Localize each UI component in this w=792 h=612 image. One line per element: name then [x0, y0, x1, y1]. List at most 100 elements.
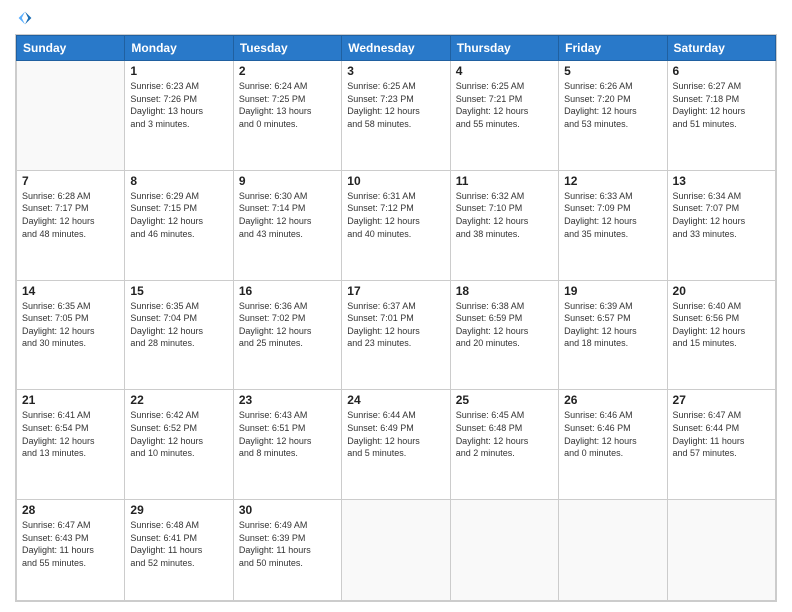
header — [15, 10, 777, 26]
cell-info: Sunrise: 6:32 AMSunset: 7:10 PMDaylight:… — [456, 190, 553, 240]
cell-day-number: 29 — [130, 503, 227, 517]
cell-info: Sunrise: 6:46 AMSunset: 6:46 PMDaylight:… — [564, 409, 661, 459]
cell-info: Sunrise: 6:38 AMSunset: 6:59 PMDaylight:… — [456, 300, 553, 350]
calendar-cell: 9 Sunrise: 6:30 AMSunset: 7:14 PMDaylight… — [233, 170, 341, 280]
cell-info: Sunrise: 6:33 AMSunset: 7:09 PMDaylight:… — [564, 190, 661, 240]
calendar-cell — [667, 500, 775, 601]
cell-day-number: 19 — [564, 284, 661, 298]
calendar-cell: 27 Sunrise: 6:47 AMSunset: 6:44 PMDayligh… — [667, 390, 775, 500]
calendar-cell: 20 Sunrise: 6:40 AMSunset: 6:56 PMDayligh… — [667, 280, 775, 390]
cell-day-number: 26 — [564, 393, 661, 407]
calendar-cell: 10 Sunrise: 6:31 AMSunset: 7:12 PMDayligh… — [342, 170, 450, 280]
cell-info: Sunrise: 6:39 AMSunset: 6:57 PMDaylight:… — [564, 300, 661, 350]
day-header-saturday: Saturday — [667, 36, 775, 61]
cell-day-number: 11 — [456, 174, 553, 188]
cell-info: Sunrise: 6:48 AMSunset: 6:41 PMDaylight:… — [130, 519, 227, 569]
cell-day-number: 14 — [22, 284, 119, 298]
cell-day-number: 23 — [239, 393, 336, 407]
calendar-cell — [17, 61, 125, 171]
calendar-cell: 16 Sunrise: 6:36 AMSunset: 7:02 PMDayligh… — [233, 280, 341, 390]
calendar-cell: 1 Sunrise: 6:23 AMSunset: 7:26 PMDaylight… — [125, 61, 233, 171]
cell-day-number: 20 — [673, 284, 770, 298]
cell-info: Sunrise: 6:35 AMSunset: 7:04 PMDaylight:… — [130, 300, 227, 350]
cell-info: Sunrise: 6:47 AMSunset: 6:43 PMDaylight:… — [22, 519, 119, 569]
page: SundayMondayTuesdayWednesdayThursdayFrid… — [0, 0, 792, 612]
cell-info: Sunrise: 6:26 AMSunset: 7:20 PMDaylight:… — [564, 80, 661, 130]
calendar-cell: 29 Sunrise: 6:48 AMSunset: 6:41 PMDayligh… — [125, 500, 233, 601]
calendar-cell: 14 Sunrise: 6:35 AMSunset: 7:05 PMDayligh… — [17, 280, 125, 390]
cell-day-number: 12 — [564, 174, 661, 188]
day-header-monday: Monday — [125, 36, 233, 61]
cell-day-number: 2 — [239, 64, 336, 78]
cell-day-number: 16 — [239, 284, 336, 298]
cell-info: Sunrise: 6:31 AMSunset: 7:12 PMDaylight:… — [347, 190, 444, 240]
calendar-cell: 11 Sunrise: 6:32 AMSunset: 7:10 PMDayligh… — [450, 170, 558, 280]
cell-info: Sunrise: 6:45 AMSunset: 6:48 PMDaylight:… — [456, 409, 553, 459]
cell-info: Sunrise: 6:40 AMSunset: 6:56 PMDaylight:… — [673, 300, 770, 350]
cell-info: Sunrise: 6:42 AMSunset: 6:52 PMDaylight:… — [130, 409, 227, 459]
calendar-cell: 18Sunrise: 6:38 AMSunset: 6:59 PMDayligh… — [450, 280, 558, 390]
cell-day-number: 9 — [239, 174, 336, 188]
cell-info: Sunrise: 6:43 AMSunset: 6:51 PMDaylight:… — [239, 409, 336, 459]
cell-info: Sunrise: 6:47 AMSunset: 6:44 PMDaylight:… — [673, 409, 770, 459]
cell-info: Sunrise: 6:23 AMSunset: 7:26 PMDaylight:… — [130, 80, 227, 130]
cell-day-number: 3 — [347, 64, 444, 78]
cell-info: Sunrise: 6:36 AMSunset: 7:02 PMDaylight:… — [239, 300, 336, 350]
cell-day-number: 24 — [347, 393, 444, 407]
cell-info: Sunrise: 6:49 AMSunset: 6:39 PMDaylight:… — [239, 519, 336, 569]
calendar-cell: 3 Sunrise: 6:25 AMSunset: 7:23 PMDaylight… — [342, 61, 450, 171]
calendar-cell: 4 Sunrise: 6:25 AMSunset: 7:21 PMDaylight… — [450, 61, 558, 171]
calendar-cell: 30 Sunrise: 6:49 AMSunset: 6:39 PMDayligh… — [233, 500, 341, 601]
cell-day-number: 22 — [130, 393, 227, 407]
cell-info: Sunrise: 6:25 AMSunset: 7:23 PMDaylight:… — [347, 80, 444, 130]
cell-info: Sunrise: 6:34 AMSunset: 7:07 PMDaylight:… — [673, 190, 770, 240]
logo — [15, 10, 33, 26]
day-header-wednesday: Wednesday — [342, 36, 450, 61]
cell-day-number: 25 — [456, 393, 553, 407]
cell-day-number: 6 — [673, 64, 770, 78]
calendar-cell: 21 Sunrise: 6:41 AMSunset: 6:54 PMDayligh… — [17, 390, 125, 500]
calendar-cell: 19 Sunrise: 6:39 AMSunset: 6:57 PMDayligh… — [559, 280, 667, 390]
cell-info: Sunrise: 6:37 AMSunset: 7:01 PMDaylight:… — [347, 300, 444, 350]
logo-icon — [17, 10, 33, 26]
calendar-cell — [342, 500, 450, 601]
cell-info: Sunrise: 6:35 AMSunset: 7:05 PMDaylight:… — [22, 300, 119, 350]
cell-day-number: 17 — [347, 284, 444, 298]
cell-day-number: 21 — [22, 393, 119, 407]
calendar-cell — [450, 500, 558, 601]
day-header-friday: Friday — [559, 36, 667, 61]
calendar-cell — [559, 500, 667, 601]
cell-info: Sunrise: 6:44 AMSunset: 6:49 PMDaylight:… — [347, 409, 444, 459]
calendar-cell: 8 Sunrise: 6:29 AMSunset: 7:15 PMDaylight… — [125, 170, 233, 280]
calendar-cell: 12 Sunrise: 6:33 AMSunset: 7:09 PMDayligh… — [559, 170, 667, 280]
cell-info: Sunrise: 6:28 AMSunset: 7:17 PMDaylight:… — [22, 190, 119, 240]
cell-day-number: 15 — [130, 284, 227, 298]
calendar-cell: 15 Sunrise: 6:35 AMSunset: 7:04 PMDayligh… — [125, 280, 233, 390]
cell-day-number: 30 — [239, 503, 336, 517]
cell-info: Sunrise: 6:41 AMSunset: 6:54 PMDaylight:… — [22, 409, 119, 459]
cell-day-number: 13 — [673, 174, 770, 188]
calendar-cell: 6 Sunrise: 6:27 AMSunset: 7:18 PMDaylight… — [667, 61, 775, 171]
cell-info: Sunrise: 6:27 AMSunset: 7:18 PMDaylight:… — [673, 80, 770, 130]
cell-day-number: 27 — [673, 393, 770, 407]
calendar-cell: 2 Sunrise: 6:24 AMSunset: 7:25 PMDaylight… — [233, 61, 341, 171]
cell-day-number: 10 — [347, 174, 444, 188]
cell-day-number: 1 — [130, 64, 227, 78]
cell-day-number: 28 — [22, 503, 119, 517]
cell-day-number: 5 — [564, 64, 661, 78]
day-header-tuesday: Tuesday — [233, 36, 341, 61]
calendar-cell: 7 Sunrise: 6:28 AMSunset: 7:17 PMDaylight… — [17, 170, 125, 280]
cell-info: Sunrise: 6:30 AMSunset: 7:14 PMDaylight:… — [239, 190, 336, 240]
calendar-cell: 23 Sunrise: 6:43 AMSunset: 6:51 PMDayligh… — [233, 390, 341, 500]
calendar-cell: 5 Sunrise: 6:26 AMSunset: 7:20 PMDaylight… — [559, 61, 667, 171]
calendar-cell: 13 Sunrise: 6:34 AMSunset: 7:07 PMDayligh… — [667, 170, 775, 280]
cell-day-number: 8 — [130, 174, 227, 188]
calendar-cell: 17 Sunrise: 6:37 AMSunset: 7:01 PMDayligh… — [342, 280, 450, 390]
cell-day-number: 7 — [22, 174, 119, 188]
cell-info: Sunrise: 6:29 AMSunset: 7:15 PMDaylight:… — [130, 190, 227, 240]
cell-day-number: 4 — [456, 64, 553, 78]
cell-info: Sunrise: 6:25 AMSunset: 7:21 PMDaylight:… — [456, 80, 553, 130]
calendar-cell: 28 Sunrise: 6:47 AMSunset: 6:43 PMDayligh… — [17, 500, 125, 601]
day-header-thursday: Thursday — [450, 36, 558, 61]
cell-info: Sunrise: 6:24 AMSunset: 7:25 PMDaylight:… — [239, 80, 336, 130]
